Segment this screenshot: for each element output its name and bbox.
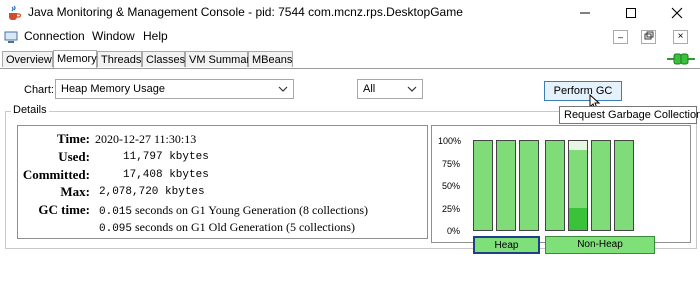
minimize-icon	[580, 12, 590, 14]
inner-close-button[interactable]: ×	[673, 30, 688, 44]
minimize-button[interactable]	[562, 0, 608, 26]
committed-fill	[546, 141, 564, 230]
gc-tooltip: Request Garbage Collection	[559, 106, 700, 124]
committed-fill	[474, 141, 492, 230]
window-title: Java Monitoring & Management Console - p…	[28, 5, 463, 19]
y-tick-0: 0%	[446, 226, 460, 236]
memory-pool-bar-heap[interactable]	[496, 140, 516, 231]
heap-pool-button[interactable]: Heap	[473, 236, 540, 254]
chevron-down-icon	[278, 86, 288, 92]
inner-minimize-button[interactable]: –	[613, 30, 628, 44]
inner-close-icon: ×	[677, 31, 684, 42]
inner-restore-icon	[644, 31, 654, 40]
chevron-down-icon	[407, 86, 417, 92]
tab-threads[interactable]: Threads	[97, 51, 142, 67]
tab-overview[interactable]: Overview	[2, 51, 53, 67]
committed-label: Committed:	[22, 167, 90, 182]
perform-gc-button[interactable]: Perform GC	[544, 81, 622, 101]
maximize-icon	[626, 8, 636, 18]
nonheap-pool-button[interactable]: Non-Heap	[545, 236, 655, 254]
chart-select-value: Heap Memory Usage	[61, 83, 165, 95]
committed-fill	[615, 141, 633, 230]
connection-status-icon	[667, 53, 695, 65]
gc-young-text: seconds on G1 Young Generation (8 collec…	[132, 203, 368, 217]
tab-memory[interactable]: Memory	[53, 50, 97, 68]
memory-pool-bar-heap[interactable]	[519, 140, 539, 231]
tab-mbeans[interactable]: MBeans	[248, 51, 293, 67]
menu-window[interactable]: Window	[92, 29, 135, 43]
gc-line-young: 0.015 seconds on G1 Young Generation (8 …	[99, 203, 368, 218]
gctime-label: GC time:	[38, 202, 90, 217]
committed-fill	[592, 141, 610, 230]
inner-restore-button[interactable]	[641, 30, 656, 44]
gc-young-seconds: 0.015	[99, 206, 133, 218]
close-icon	[671, 7, 683, 19]
gc-old-seconds: 0.095	[99, 223, 133, 235]
maximize-button[interactable]	[608, 0, 654, 26]
committed-fill	[520, 141, 538, 230]
time-value: 2020-12-27 11:30:13	[95, 132, 197, 146]
gc-line-old: 0.095 seconds on G1 Old Generation (5 co…	[99, 220, 355, 235]
tab-classes[interactable]: Classes	[142, 51, 185, 67]
time-label: Time:	[57, 131, 90, 146]
menu-help[interactable]: Help	[143, 29, 168, 43]
used-fill	[569, 207, 587, 230]
max-value: 2,078,720 kbytes	[99, 186, 205, 198]
range-select-value: All	[363, 83, 376, 95]
gc-old-text: seconds on G1 Old Generation (5 collecti…	[132, 220, 355, 234]
memory-pool-bar-heap[interactable]	[473, 140, 493, 231]
memory-pool-bar-nonheap[interactable]	[591, 140, 611, 231]
max-label: Max:	[60, 184, 90, 199]
inner-minimize-icon: –	[617, 32, 623, 42]
tab-vm-summary[interactable]: VM Summary	[185, 51, 256, 67]
y-tick-50: 50%	[441, 181, 460, 191]
y-tick-75: 75%	[441, 159, 460, 169]
java-cup-icon	[9, 5, 22, 20]
menu-connection[interactable]: Connection	[24, 29, 85, 43]
chart-select[interactable]: Heap Memory Usage	[55, 79, 294, 99]
committed-fill	[497, 141, 515, 230]
memory-pool-bar-nonheap[interactable]	[568, 140, 588, 231]
committed-value: 17,408 kbytes	[123, 169, 209, 181]
used-label: Used:	[58, 149, 90, 164]
used-value: 11,797 kbytes	[123, 151, 209, 163]
y-tick-100: 100%	[438, 136, 462, 146]
details-legend: Details	[11, 104, 49, 116]
memory-pool-bar-nonheap[interactable]	[614, 140, 634, 231]
y-tick-25: 25%	[441, 204, 460, 214]
range-select[interactable]: All	[357, 79, 423, 99]
memory-pool-bar-nonheap[interactable]	[545, 140, 565, 231]
chart-label: Chart:	[24, 84, 54, 96]
close-button[interactable]	[654, 0, 700, 26]
connection-icon	[4, 31, 18, 43]
